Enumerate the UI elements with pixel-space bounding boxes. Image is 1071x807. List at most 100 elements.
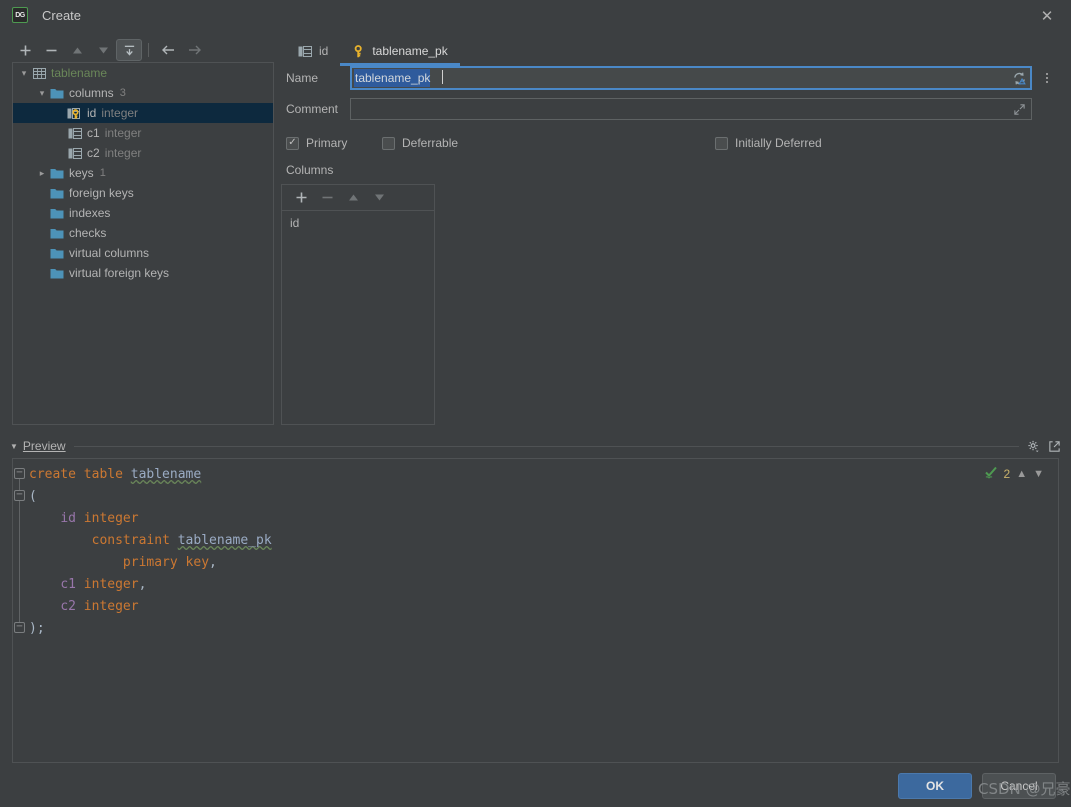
title-bar: DG Create ✕ xyxy=(0,0,1071,30)
tree-node-virtual-foreign-keys[interactable]: virtual foreign keys xyxy=(13,263,273,283)
fold-marker-paren-close[interactable]: ─ xyxy=(14,622,25,633)
triangle-down-icon[interactable]: ▼ xyxy=(10,442,18,451)
jump-to-source-icon[interactable] xyxy=(116,39,142,61)
inspection-count: 2 xyxy=(1003,466,1011,481)
tree-node-label: foreign keys xyxy=(69,186,134,200)
ok-button[interactable]: OK xyxy=(898,773,972,799)
sql-paren-open: ( xyxy=(29,489,37,504)
sql-column-id: id xyxy=(60,511,76,526)
folder-icon xyxy=(49,267,65,279)
tree-node-label: tablename xyxy=(51,66,108,80)
constraint-options: ✓ Primary Deferrable Initially Deferred xyxy=(286,136,1056,154)
sql-identifier-tablename: tablename xyxy=(130,467,202,482)
fold-marker-create[interactable]: ─ xyxy=(14,468,25,479)
chevron-right-icon[interactable]: ▸ xyxy=(35,168,49,179)
sql-identifier-constraint-name: tablename_pk xyxy=(177,533,272,548)
columns-move-up-button[interactable] xyxy=(340,187,366,209)
navigate-back-button[interactable] xyxy=(155,39,181,61)
columns-list[interactable]: id xyxy=(282,211,434,234)
name-field-wrap: tablename_pk xyxy=(350,66,1032,90)
chevron-up-icon[interactable]: ▲ xyxy=(1016,468,1027,480)
object-tree[interactable]: ▾ tablename ▾ columns 3 id integer c1 integer c2 i… xyxy=(12,62,274,425)
columns-remove-button[interactable] xyxy=(314,187,340,209)
columns-add-button[interactable] xyxy=(288,187,314,209)
editor-gutter: ─ ─ ─ xyxy=(13,459,27,762)
preview-title[interactable]: Preview xyxy=(23,439,66,453)
comment-row: Comment xyxy=(286,98,1056,120)
open-in-new-window-icon[interactable] xyxy=(1048,440,1061,453)
tab-tablename_pk[interactable]: tablename_pk xyxy=(340,38,461,66)
tree-node-c2[interactable]: c2 integer xyxy=(13,143,273,163)
primary-checkbox[interactable]: ✓ Primary xyxy=(286,136,347,150)
chevron-down-icon[interactable]: ▾ xyxy=(17,68,31,79)
remove-button[interactable] xyxy=(38,39,64,61)
sql-preview-editor[interactable]: ─ ─ ─ create table tablename ( id intege… xyxy=(12,458,1059,763)
navigate-forward-button[interactable] xyxy=(181,39,207,61)
sql-type-id: integer xyxy=(83,511,139,526)
name-label: Name xyxy=(286,71,319,85)
tree-node-indexes[interactable]: indexes xyxy=(13,203,273,223)
cancel-button[interactable]: Cancel xyxy=(982,773,1056,799)
tree-node-type: integer xyxy=(104,146,142,160)
name-input[interactable]: tablename_pk xyxy=(350,66,1032,90)
tree-node-label: virtual foreign keys xyxy=(69,266,170,280)
refresh-warning-icon[interactable] xyxy=(1010,69,1028,87)
columns-move-down-button[interactable] xyxy=(366,187,392,209)
tree-node-virtual-columns[interactable]: virtual columns xyxy=(13,243,273,263)
tree-node-label: keys xyxy=(69,166,94,180)
tree-node-keys[interactable]: ▸ keys 1 xyxy=(13,163,273,183)
folder-icon xyxy=(49,167,65,179)
chevron-down-icon[interactable]: ▼ xyxy=(1033,468,1044,480)
tree-node-label: c2 xyxy=(87,146,100,160)
constraint-form: Name tablename_pk Comment xyxy=(286,66,1056,128)
tree-node-type: integer xyxy=(101,106,139,120)
checkbox-label: Deferrable xyxy=(402,136,459,150)
sql-code: create table tablename ( id integer cons… xyxy=(29,467,272,636)
folder-icon xyxy=(49,227,65,239)
datagrip-icon: DG xyxy=(12,7,28,23)
fold-marker-paren-open[interactable]: ─ xyxy=(14,490,25,501)
columns-panel: id xyxy=(281,184,435,425)
initially-deferred-checkbox[interactable]: Initially Deferred xyxy=(715,136,822,150)
checkbox-box xyxy=(715,136,728,150)
sql-keyword-primary-key: primary key xyxy=(122,555,210,570)
window-title: Create xyxy=(42,7,82,23)
gear-icon[interactable] xyxy=(1027,440,1040,453)
tree-node-columns[interactable]: ▾ columns 3 xyxy=(13,83,273,103)
sql-keyword-constraint: constraint xyxy=(91,533,170,548)
deferrable-checkbox[interactable]: Deferrable xyxy=(382,136,458,150)
sql-type-c1: integer xyxy=(83,577,139,592)
create-table-dialog: DG Create ✕ ▾ tablename ▾ columns 3 id i… xyxy=(0,0,1071,807)
tree-node-c1[interactable]: c1 integer xyxy=(13,123,273,143)
sql-column-c1: c1 xyxy=(60,577,76,592)
green-check-icon[interactable] xyxy=(984,465,998,482)
tree-node-checks[interactable]: checks xyxy=(13,223,273,243)
tree-node-label: virtual columns xyxy=(69,246,150,260)
tree-node-type: integer xyxy=(104,126,142,140)
comment-input[interactable] xyxy=(350,98,1032,120)
move-down-button[interactable] xyxy=(90,39,116,61)
folder-icon xyxy=(49,207,65,219)
tree-node-tablename[interactable]: ▾ tablename xyxy=(13,63,273,83)
column-icon xyxy=(67,127,83,140)
column-key-icon xyxy=(67,107,83,120)
close-icon[interactable]: ✕ xyxy=(1037,6,1057,26)
folder-icon xyxy=(49,187,65,199)
tab-id[interactable]: id xyxy=(286,38,340,64)
tree-node-id[interactable]: id integer xyxy=(13,103,273,123)
checkbox-box xyxy=(382,136,395,150)
move-up-button[interactable] xyxy=(64,39,90,61)
sql-paren-close: ) xyxy=(29,621,37,636)
tree-node-count: 3 xyxy=(119,87,126,99)
name-row: Name tablename_pk xyxy=(286,66,1056,90)
columns-list-item[interactable]: id xyxy=(290,216,434,234)
tree-node-foreign-keys[interactable]: foreign keys xyxy=(13,183,273,203)
table-icon xyxy=(31,67,47,80)
chevron-down-icon[interactable]: ▾ xyxy=(35,88,49,99)
checkbox-box: ✓ xyxy=(286,136,299,150)
vertical-dots-icon[interactable] xyxy=(1038,73,1056,83)
expand-icon[interactable] xyxy=(1010,100,1028,118)
detail-tabs: id tablename_pk xyxy=(286,38,1056,66)
add-button[interactable] xyxy=(12,39,38,61)
toolbar-separator xyxy=(148,43,149,57)
